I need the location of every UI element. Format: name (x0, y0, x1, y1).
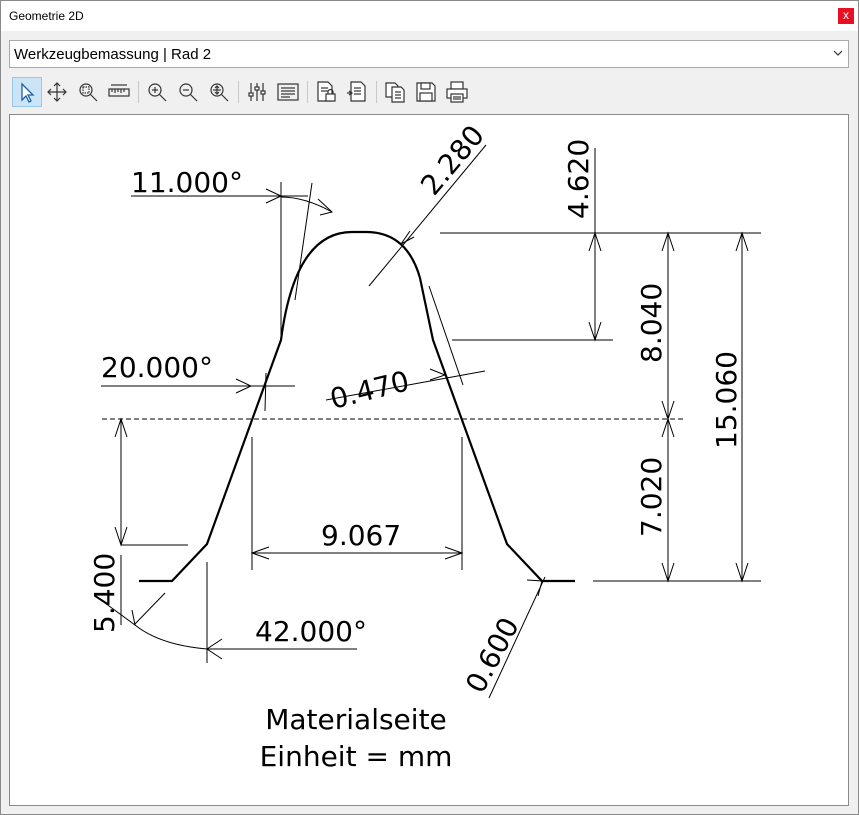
dim-thickness: 0.470 (327, 364, 413, 415)
print-button[interactable] (442, 77, 472, 107)
zoom-window-button[interactable] (73, 77, 103, 107)
document-lock-icon (317, 81, 336, 102)
save-button[interactable] (411, 77, 441, 107)
toolbar-separator (238, 81, 239, 103)
document-export-icon (347, 81, 366, 102)
ruler-icon (108, 84, 130, 97)
caption-unit: Einheit = mm (260, 740, 453, 773)
zoom-out-icon (179, 83, 198, 102)
drawing-canvas[interactable]: 11.000° 2.280 4.620 8.040 15.060 20.000°… (9, 114, 849, 806)
dim-depth-left: 5.400 (88, 553, 121, 633)
text-button[interactable] (273, 77, 303, 107)
chevron-down-icon (833, 50, 843, 56)
dropdown-value: Werkzeugbemassung | Rad 2 (14, 46, 212, 63)
dim-radius-tip: 2.280 (414, 119, 491, 202)
zoom-in-button[interactable] (142, 77, 172, 107)
dim-angle-base: 42.000° (255, 615, 367, 648)
toolbar-separator (307, 81, 308, 103)
pointer-icon (21, 82, 35, 103)
measure-button[interactable] (104, 77, 134, 107)
drawing-svg: 11.000° 2.280 4.620 8.040 15.060 20.000°… (88, 119, 761, 773)
dim-radius-base: 0.600 (459, 612, 526, 698)
zoom-fit-icon (210, 83, 229, 102)
zoom-fit-button[interactable] (204, 77, 234, 107)
geometry-window: Geometrie 2D x Werkzeugbemassung | Rad 2 (0, 0, 859, 815)
sliders-icon (248, 83, 266, 101)
dim-height-middle: 8.040 (635, 283, 668, 363)
toolbar (9, 75, 849, 109)
select-button[interactable] (12, 77, 42, 107)
move-icon (47, 82, 67, 102)
toolbar-separator (138, 81, 139, 103)
pan-button[interactable] (42, 77, 72, 107)
caption-material-side: Materialseite (265, 703, 447, 736)
document-export-button[interactable] (342, 77, 372, 107)
dim-width: 9.067 (321, 519, 401, 552)
print-icon (446, 81, 468, 103)
dimension-labels: 11.000° 2.280 4.620 8.040 15.060 20.000°… (88, 119, 743, 698)
text-lines-icon (277, 83, 299, 101)
dimension-lines (101, 144, 761, 699)
title-bar: Geometrie 2D x (1, 1, 858, 31)
save-icon (416, 82, 436, 102)
document-lock-button[interactable] (311, 77, 341, 107)
zoom-window-icon (79, 83, 98, 102)
dim-height-total: 15.060 (710, 351, 743, 449)
dim-angle-tip: 11.000° (131, 166, 243, 199)
zoom-in-icon (148, 83, 167, 102)
window-title: Geometrie 2D (9, 9, 84, 23)
dim-angle-flank: 20.000° (101, 351, 213, 384)
close-button[interactable]: x (838, 8, 854, 24)
copy-button[interactable] (380, 77, 410, 107)
view-select-dropdown[interactable]: Werkzeugbemassung | Rad 2 (9, 40, 849, 68)
copy-icon (385, 82, 405, 103)
settings-button[interactable] (242, 77, 272, 107)
dim-height-lower: 7.020 (635, 457, 668, 537)
dim-height-upper: 4.620 (562, 139, 595, 219)
toolbar-separator (376, 81, 377, 103)
zoom-out-button[interactable] (173, 77, 203, 107)
